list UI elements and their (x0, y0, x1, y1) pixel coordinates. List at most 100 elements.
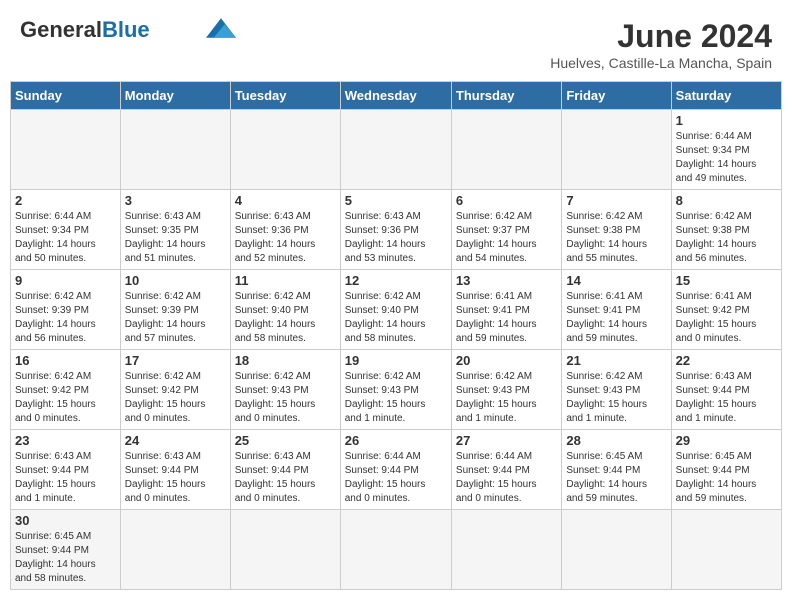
day-info: Sunrise: 6:43 AMSunset: 9:35 PMDaylight:… (125, 211, 206, 264)
day-number: 27 (456, 433, 557, 448)
day-info: Sunrise: 6:41 AMSunset: 9:41 PMDaylight:… (456, 291, 537, 344)
day-cell: 23 Sunrise: 6:43 AMSunset: 9:44 PMDaylig… (11, 430, 121, 510)
day-number: 5 (345, 193, 447, 208)
day-cell: 16 Sunrise: 6:42 AMSunset: 9:42 PMDaylig… (11, 350, 121, 430)
day-cell: 24 Sunrise: 6:43 AMSunset: 9:44 PMDaylig… (120, 430, 230, 510)
day-cell: 17 Sunrise: 6:42 AMSunset: 9:42 PMDaylig… (120, 350, 230, 430)
weekday-header-row: Sunday Monday Tuesday Wednesday Thursday… (11, 82, 782, 110)
day-cell: 13 Sunrise: 6:41 AMSunset: 9:41 PMDaylig… (451, 270, 561, 350)
empty-cell (230, 510, 340, 590)
header-saturday: Saturday (671, 82, 781, 110)
day-info: Sunrise: 6:42 AMSunset: 9:39 PMDaylight:… (125, 291, 206, 344)
day-cell: 22 Sunrise: 6:43 AMSunset: 9:44 PMDaylig… (671, 350, 781, 430)
logo-icon (206, 18, 236, 38)
day-number: 16 (15, 353, 116, 368)
header-tuesday: Tuesday (230, 82, 340, 110)
day-number: 30 (15, 513, 116, 528)
header-thursday: Thursday (451, 82, 561, 110)
empty-cell (451, 110, 561, 190)
empty-cell (230, 110, 340, 190)
day-info: Sunrise: 6:41 AMSunset: 9:42 PMDaylight:… (676, 291, 757, 344)
day-info: Sunrise: 6:42 AMSunset: 9:39 PMDaylight:… (15, 291, 96, 344)
day-cell: 11 Sunrise: 6:42 AMSunset: 9:40 PMDaylig… (230, 270, 340, 350)
logo-area: GeneralBlue (20, 18, 236, 42)
empty-cell (451, 510, 561, 590)
day-cell: 2 Sunrise: 6:44 AMSunset: 9:34 PMDayligh… (11, 190, 121, 270)
day-number: 4 (235, 193, 336, 208)
day-number: 19 (345, 353, 447, 368)
logo-blue: Blue (102, 17, 150, 42)
calendar-table: Sunday Monday Tuesday Wednesday Thursday… (10, 81, 782, 590)
day-info: Sunrise: 6:42 AMSunset: 9:38 PMDaylight:… (676, 211, 757, 264)
day-cell: 8 Sunrise: 6:42 AMSunset: 9:38 PMDayligh… (671, 190, 781, 270)
day-info: Sunrise: 6:42 AMSunset: 9:43 PMDaylight:… (566, 371, 647, 424)
day-info: Sunrise: 6:43 AMSunset: 9:44 PMDaylight:… (235, 451, 316, 504)
day-info: Sunrise: 6:44 AMSunset: 9:34 PMDaylight:… (676, 131, 757, 184)
day-number: 26 (345, 433, 447, 448)
day-number: 1 (676, 113, 777, 128)
calendar-row: 1 Sunrise: 6:44 AMSunset: 9:34 PMDayligh… (11, 110, 782, 190)
day-info: Sunrise: 6:44 AMSunset: 9:34 PMDaylight:… (15, 211, 96, 264)
month-title: June 2024 (550, 18, 772, 55)
calendar-row: 16 Sunrise: 6:42 AMSunset: 9:42 PMDaylig… (11, 350, 782, 430)
day-number: 22 (676, 353, 777, 368)
day-number: 25 (235, 433, 336, 448)
day-cell: 21 Sunrise: 6:42 AMSunset: 9:43 PMDaylig… (562, 350, 671, 430)
day-info: Sunrise: 6:42 AMSunset: 9:42 PMDaylight:… (125, 371, 206, 424)
day-info: Sunrise: 6:42 AMSunset: 9:43 PMDaylight:… (235, 371, 316, 424)
day-info: Sunrise: 6:42 AMSunset: 9:42 PMDaylight:… (15, 371, 96, 424)
empty-cell (120, 510, 230, 590)
day-info: Sunrise: 6:45 AMSunset: 9:44 PMDaylight:… (676, 451, 757, 504)
day-info: Sunrise: 6:41 AMSunset: 9:41 PMDaylight:… (566, 291, 647, 344)
header-wednesday: Wednesday (340, 82, 451, 110)
day-number: 18 (235, 353, 336, 368)
day-number: 6 (456, 193, 557, 208)
empty-cell (671, 510, 781, 590)
day-info: Sunrise: 6:43 AMSunset: 9:44 PMDaylight:… (676, 371, 757, 424)
day-info: Sunrise: 6:44 AMSunset: 9:44 PMDaylight:… (456, 451, 537, 504)
empty-cell (11, 110, 121, 190)
day-info: Sunrise: 6:42 AMSunset: 9:40 PMDaylight:… (345, 291, 426, 344)
day-number: 11 (235, 273, 336, 288)
logo-text: GeneralBlue (20, 18, 150, 42)
day-cell: 5 Sunrise: 6:43 AMSunset: 9:36 PMDayligh… (340, 190, 451, 270)
day-cell: 20 Sunrise: 6:42 AMSunset: 9:43 PMDaylig… (451, 350, 561, 430)
day-cell: 19 Sunrise: 6:42 AMSunset: 9:43 PMDaylig… (340, 350, 451, 430)
day-number: 9 (15, 273, 116, 288)
title-area: June 2024 Huelves, Castille-La Mancha, S… (550, 18, 772, 71)
empty-cell (120, 110, 230, 190)
day-info: Sunrise: 6:45 AMSunset: 9:44 PMDaylight:… (566, 451, 647, 504)
day-cell: 4 Sunrise: 6:43 AMSunset: 9:36 PMDayligh… (230, 190, 340, 270)
day-cell: 15 Sunrise: 6:41 AMSunset: 9:42 PMDaylig… (671, 270, 781, 350)
header-monday: Monday (120, 82, 230, 110)
day-info: Sunrise: 6:43 AMSunset: 9:44 PMDaylight:… (125, 451, 206, 504)
day-number: 29 (676, 433, 777, 448)
day-number: 8 (676, 193, 777, 208)
day-cell: 7 Sunrise: 6:42 AMSunset: 9:38 PMDayligh… (562, 190, 671, 270)
day-number: 13 (456, 273, 557, 288)
empty-cell (340, 510, 451, 590)
day-info: Sunrise: 6:42 AMSunset: 9:43 PMDaylight:… (345, 371, 426, 424)
day-info: Sunrise: 6:42 AMSunset: 9:40 PMDaylight:… (235, 291, 316, 344)
empty-cell (562, 510, 671, 590)
day-cell: 1 Sunrise: 6:44 AMSunset: 9:34 PMDayligh… (671, 110, 781, 190)
day-cell: 26 Sunrise: 6:44 AMSunset: 9:44 PMDaylig… (340, 430, 451, 510)
day-number: 2 (15, 193, 116, 208)
day-info: Sunrise: 6:42 AMSunset: 9:38 PMDaylight:… (566, 211, 647, 264)
day-info: Sunrise: 6:43 AMSunset: 9:44 PMDaylight:… (15, 451, 96, 504)
day-info: Sunrise: 6:42 AMSunset: 9:37 PMDaylight:… (456, 211, 537, 264)
day-cell: 9 Sunrise: 6:42 AMSunset: 9:39 PMDayligh… (11, 270, 121, 350)
day-cell: 6 Sunrise: 6:42 AMSunset: 9:37 PMDayligh… (451, 190, 561, 270)
header-sunday: Sunday (11, 82, 121, 110)
day-number: 3 (125, 193, 226, 208)
day-number: 24 (125, 433, 226, 448)
day-cell: 10 Sunrise: 6:42 AMSunset: 9:39 PMDaylig… (120, 270, 230, 350)
header: GeneralBlue June 2024 Huelves, Castille-… (10, 10, 782, 75)
day-cell: 27 Sunrise: 6:44 AMSunset: 9:44 PMDaylig… (451, 430, 561, 510)
day-number: 21 (566, 353, 666, 368)
day-number: 23 (15, 433, 116, 448)
day-info: Sunrise: 6:45 AMSunset: 9:44 PMDaylight:… (15, 531, 96, 584)
day-cell: 18 Sunrise: 6:42 AMSunset: 9:43 PMDaylig… (230, 350, 340, 430)
day-number: 15 (676, 273, 777, 288)
day-cell: 3 Sunrise: 6:43 AMSunset: 9:35 PMDayligh… (120, 190, 230, 270)
